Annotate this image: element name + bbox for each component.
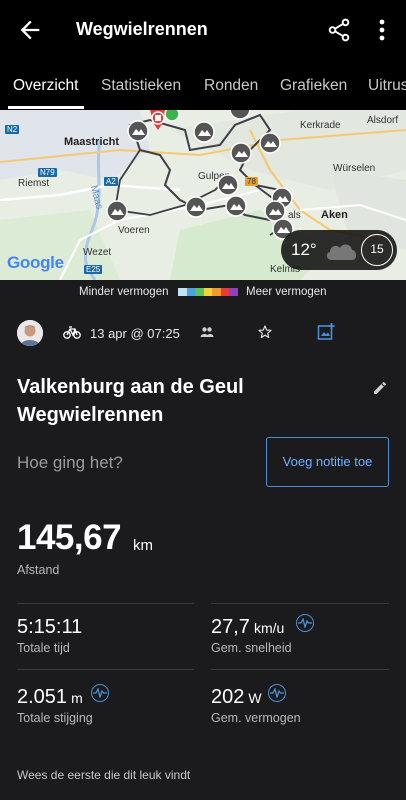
- divider: [17, 603, 194, 604]
- tab-grafieken[interactable]: Grafieken: [280, 77, 347, 95]
- ascent-label: Totale stijging: [17, 711, 93, 725]
- activity-meta-row: 13 apr @ 07:25: [0, 316, 406, 352]
- weather-badge: 12° 15: [281, 230, 397, 270]
- distance-label: Afstand: [17, 563, 60, 577]
- star-icon[interactable]: [257, 324, 273, 340]
- tab-bar: Overzicht Statistieken Ronden Grafieken …: [0, 60, 406, 110]
- power-chart-icon[interactable]: [268, 684, 286, 702]
- active-tab-indicator: [8, 106, 84, 109]
- how-did-it-go-prompt[interactable]: Hoe ging het?: [17, 453, 123, 473]
- power-legend: Minder vermogen Meer vermogen: [0, 282, 406, 302]
- distance-value: 145,67: [17, 518, 122, 557]
- avg-speed-label: Gem. snelheid: [211, 641, 292, 655]
- wind-speed-dial: 15: [361, 234, 393, 266]
- legend-min-label: Minder vermogen: [79, 286, 169, 298]
- legend-max-label: Meer vermogen: [246, 286, 327, 298]
- speed-chart-icon[interactable]: [296, 614, 314, 632]
- distance-unit: km: [133, 537, 153, 554]
- avg-power-label: Gem. vermogen: [211, 711, 301, 725]
- cloud-icon: [326, 244, 357, 260]
- people-icon[interactable]: [200, 326, 214, 338]
- avg-power-value: 202 W: [211, 686, 262, 708]
- weather-temperature: 12°: [291, 240, 317, 259]
- edit-pencil-icon[interactable]: [372, 380, 388, 396]
- tab-uitrusting[interactable]: Uitrus: [368, 77, 406, 95]
- tab-ronden[interactable]: Ronden: [204, 77, 258, 95]
- tab-statistieken[interactable]: Statistieken: [101, 77, 181, 95]
- divider: [17, 669, 194, 670]
- total-time-value: 5:15:11: [17, 616, 83, 638]
- likes-text[interactable]: Wees de eerste die dit leuk vindt: [17, 768, 190, 782]
- app-bar: Wegwielrennen: [0, 0, 406, 60]
- activity-title[interactable]: Valkenburg aan de Geul Wegwielrennen: [17, 373, 357, 429]
- add-note-button[interactable]: Voeg notitie toe: [266, 437, 389, 487]
- google-attribution: Google: [7, 253, 64, 272]
- ascent-value: 2.051 m: [17, 686, 83, 708]
- total-time-label: Totale tijd: [17, 641, 70, 655]
- share-icon[interactable]: [326, 17, 352, 43]
- tab-overzicht[interactable]: Overzicht: [13, 77, 78, 95]
- elevation-chart-icon[interactable]: [91, 684, 109, 702]
- legend-gradient-bar: [178, 288, 239, 296]
- bike-icon: [63, 326, 81, 339]
- avg-speed-value: 27,7 km/u: [211, 616, 285, 638]
- page-title: Wegwielrennen: [76, 19, 208, 39]
- avatar[interactable]: [17, 320, 43, 346]
- more-vert-icon[interactable]: [372, 17, 392, 43]
- arrow-left-icon[interactable]: [16, 16, 44, 44]
- divider: [211, 669, 389, 670]
- activity-date: 13 apr @ 07:25: [90, 326, 180, 341]
- divider: [211, 603, 389, 604]
- add-photo-icon[interactable]: [317, 323, 335, 341]
